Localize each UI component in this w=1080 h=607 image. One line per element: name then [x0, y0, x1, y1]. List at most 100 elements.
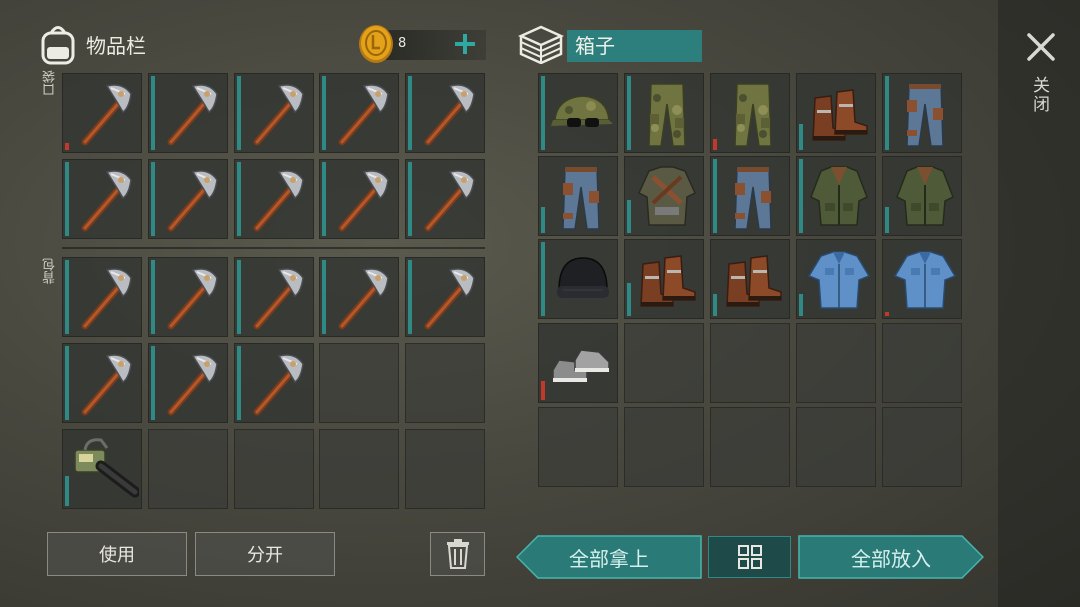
durability-bar [151, 260, 155, 334]
durability-bar [627, 76, 631, 150]
box-slot[interactable] [882, 323, 962, 403]
backpack-slot[interactable] [405, 257, 485, 337]
pocket-slot[interactable] [234, 159, 314, 239]
box-slot[interactable] [710, 156, 790, 236]
box-slot[interactable] [796, 239, 876, 319]
durability-bar [541, 381, 545, 400]
use-button[interactable]: 使用 [47, 532, 187, 576]
box-slot[interactable] [538, 407, 618, 487]
box-slot[interactable] [624, 323, 704, 403]
box-slot[interactable] [710, 407, 790, 487]
box-slot[interactable] [796, 407, 876, 487]
green-jacket-icon [810, 166, 868, 226]
backpack-slot[interactable] [405, 343, 485, 423]
pocket-slot[interactable] [148, 73, 228, 153]
pickaxe-icon [253, 354, 304, 416]
durability-bar [885, 76, 889, 150]
sort-grid-button[interactable] [708, 536, 791, 578]
pickaxe-icon [167, 84, 218, 146]
box-slot[interactable] [538, 73, 618, 153]
box-slot[interactable] [538, 323, 618, 403]
durability-bar [799, 159, 803, 233]
box-slot[interactable] [796, 323, 876, 403]
pocket-label: 口袋 [43, 70, 58, 96]
durability-bar [151, 162, 155, 236]
box-slot[interactable] [624, 407, 704, 487]
durability-bar [885, 207, 889, 233]
durability-bar [151, 346, 155, 420]
durability-bar [408, 162, 412, 236]
leather-boots-icon [812, 89, 868, 141]
pocket-slot[interactable] [62, 159, 142, 239]
box-slot[interactable] [710, 239, 790, 319]
take-all-button[interactable]: 全部拿上 [516, 535, 702, 579]
backpack-slot[interactable] [319, 257, 399, 337]
box-slot[interactable] [538, 156, 618, 236]
box-slot[interactable] [710, 323, 790, 403]
box-slot[interactable] [882, 73, 962, 153]
durability-bar [627, 283, 631, 316]
pocket-slot[interactable] [319, 159, 399, 239]
pickaxe-icon [81, 170, 132, 232]
backpack-slot[interactable] [148, 429, 228, 509]
coin-count: 8 [398, 36, 407, 51]
backpack-slot[interactable] [405, 429, 485, 509]
jeans-icon [906, 83, 944, 147]
backpack-slot[interactable] [148, 343, 228, 423]
backpack-label: 背包 [43, 258, 58, 284]
camo-pants-icon [648, 83, 686, 147]
durability-bar [237, 76, 241, 150]
box-slot[interactable] [624, 156, 704, 236]
split-button[interactable]: 分开 [195, 532, 335, 576]
durability-bar [237, 260, 241, 334]
box-slot[interactable] [882, 156, 962, 236]
box-slot[interactable] [882, 407, 962, 487]
pickaxe-icon [338, 84, 389, 146]
green-jacket-icon [896, 166, 954, 226]
pickaxe-icon [167, 170, 218, 232]
durability-bar [65, 260, 69, 334]
put-all-button[interactable]: 全部放入 [798, 535, 984, 579]
pocket-slot[interactable] [62, 73, 142, 153]
durability-bar [541, 242, 545, 316]
durability-bar [627, 200, 631, 233]
trash-button[interactable] [430, 532, 485, 576]
backpack-slot[interactable] [319, 429, 399, 509]
backpack-slot[interactable] [62, 429, 142, 509]
pocket-slot[interactable] [234, 73, 314, 153]
durability-bar [541, 207, 545, 233]
backpack-slot[interactable] [234, 343, 314, 423]
durability-bar [541, 76, 545, 150]
close-label[interactable]: 关闭 [1029, 76, 1052, 114]
box-slot[interactable] [624, 73, 704, 153]
backpack-slot[interactable] [62, 343, 142, 423]
pocket-slot[interactable] [405, 73, 485, 153]
close-icon[interactable] [1024, 30, 1058, 64]
denim-shirt-icon [893, 251, 957, 309]
pickaxe-icon [167, 268, 218, 330]
add-coins-icon[interactable] [450, 28, 480, 60]
pocket-slot[interactable] [405, 159, 485, 239]
backpack-slot[interactable] [148, 257, 228, 337]
box-slot[interactable] [796, 73, 876, 153]
durability-bar [713, 294, 717, 316]
durability-bar [408, 260, 412, 334]
box-slot[interactable] [710, 73, 790, 153]
backpack-slot[interactable] [319, 343, 399, 423]
pocket-slot[interactable] [319, 73, 399, 153]
pickaxe-icon [81, 84, 132, 146]
pickaxe-icon [338, 170, 389, 232]
backpack-slot[interactable] [234, 257, 314, 337]
box-slot[interactable] [882, 239, 962, 319]
durability-bar [65, 143, 69, 150]
backpack-slot[interactable] [62, 257, 142, 337]
pocket-slot[interactable] [148, 159, 228, 239]
trash-icon [446, 539, 469, 569]
inventory-header: 物品栏 [38, 22, 146, 66]
box-slot[interactable] [624, 239, 704, 319]
backpack-slot[interactable] [234, 429, 314, 509]
durability-bar [408, 76, 412, 150]
box-slot[interactable] [538, 239, 618, 319]
box-slot[interactable] [796, 156, 876, 236]
durability-bar [322, 76, 326, 150]
